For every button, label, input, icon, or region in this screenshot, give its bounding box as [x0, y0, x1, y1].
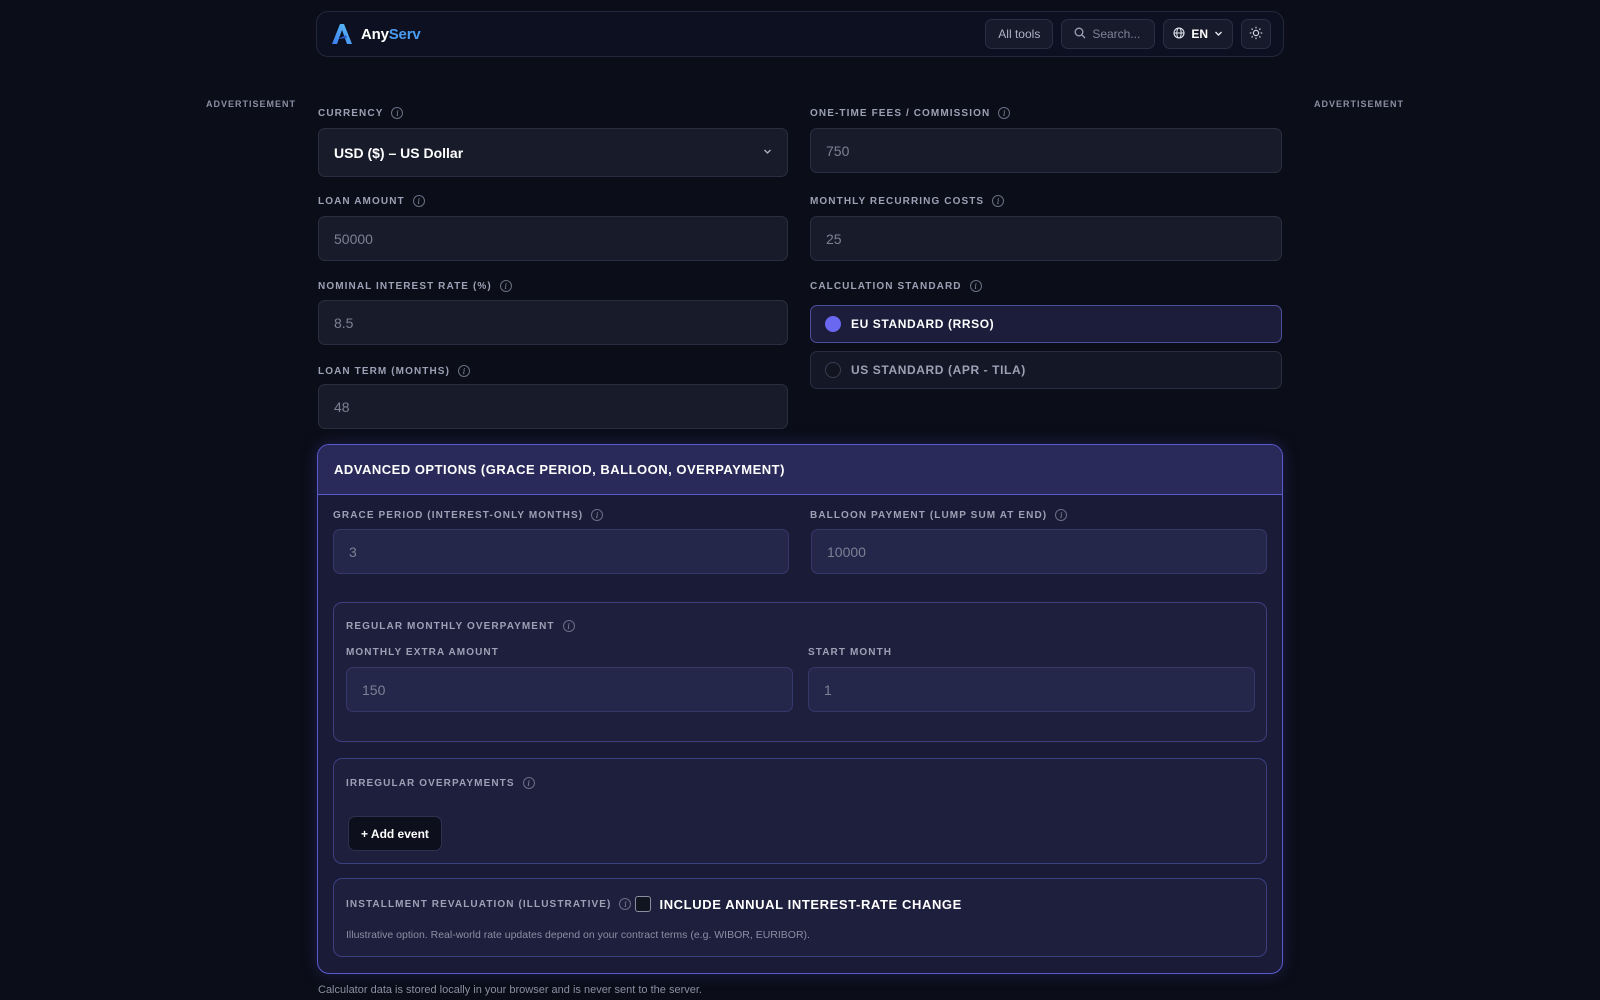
start-month-label: START MONTH — [808, 647, 893, 658]
loan-amount-label: LOAN AMOUNT i — [318, 195, 425, 207]
monthly-extra-label: MONTHLY EXTRA AMOUNT — [346, 647, 499, 658]
language-label: EN — [1191, 27, 1208, 41]
advanced-options-title: ADVANCED OPTIONS (GRACE PERIOD, BALLOON,… — [334, 462, 785, 477]
info-icon[interactable]: i — [591, 509, 604, 521]
grace-period-label: GRACE PERIOD (INTEREST-ONLY MONTHS) i — [333, 509, 604, 521]
all-tools-button[interactable]: All tools — [985, 19, 1054, 49]
chevron-down-icon — [763, 147, 772, 159]
search-placeholder: Search... — [1092, 27, 1141, 41]
advertisement-left-label: ADVERTISEMENT — [206, 99, 297, 109]
info-icon[interactable]: i — [992, 195, 1005, 207]
top-header: AnyServ All tools Search... EN — [316, 11, 1284, 57]
revaluation-row: INSTALLMENT REVALUATION (ILLUSTRATIVE) i… — [346, 896, 962, 912]
radio-eu-standard-label: EU STANDARD (RRSO) — [851, 317, 995, 331]
brand-logo[interactable]: AnyServ — [329, 21, 421, 47]
start-month-input[interactable]: 1 — [808, 667, 1255, 712]
radio-indicator — [825, 362, 841, 378]
advertisement-right-label: ADVERTISEMENT — [1314, 99, 1405, 109]
loan-amount-input[interactable]: 50000 — [318, 216, 788, 261]
logo-icon — [329, 21, 355, 47]
revaluation-title: INSTALLMENT REVALUATION (ILLUSTRATIVE) — [346, 898, 612, 910]
recurring-costs-label: MONTHLY RECURRING COSTS i — [810, 195, 1005, 207]
info-icon[interactable]: i — [522, 777, 535, 789]
info-icon[interactable]: i — [969, 280, 982, 292]
calculation-standard-label: CALCULATION STANDARD i — [810, 280, 982, 292]
balloon-payment-label-text: BALLOON PAYMENT (LUMP SUM AT END) — [810, 509, 1048, 521]
brand-name: AnyServ — [361, 25, 421, 43]
info-icon[interactable]: i — [391, 107, 404, 119]
interest-change-checkbox-label[interactable]: INCLUDE ANNUAL INTEREST-RATE CHANGE — [659, 897, 961, 912]
irregular-overpayments-title-text: IRREGULAR OVERPAYMENTS — [346, 777, 515, 789]
brand-name-any: Any — [361, 25, 389, 43]
info-icon[interactable]: i — [998, 107, 1011, 119]
radio-us-standard[interactable]: US STANDARD (APR - TILA) — [810, 351, 1282, 389]
globe-icon — [1173, 26, 1185, 42]
interest-rate-input[interactable]: 8.5 — [318, 300, 788, 345]
fees-label: ONE-TIME FEES / COMMISSION i — [810, 107, 1011, 119]
info-icon[interactable]: i — [562, 620, 575, 632]
currency-select[interactable]: USD ($) – US Dollar — [318, 128, 788, 177]
language-selector[interactable]: EN — [1163, 19, 1233, 49]
loan-term-label: LOAN TERM (MONTHS) i — [318, 365, 471, 377]
currency-value: USD ($) – US Dollar — [334, 144, 464, 161]
grace-period-label-text: GRACE PERIOD (INTEREST-ONLY MONTHS) — [333, 509, 584, 521]
irregular-overpayments-section: IRREGULAR OVERPAYMENTS i + Add event — [333, 758, 1267, 864]
search-input[interactable]: Search... — [1061, 19, 1156, 49]
irregular-overpayments-title: IRREGULAR OVERPAYMENTS i — [346, 777, 535, 789]
loan-term-label-text: LOAN TERM (MONTHS) — [318, 365, 451, 377]
balloon-payment-label: BALLOON PAYMENT (LUMP SUM AT END) i — [810, 509, 1068, 521]
info-icon[interactable]: i — [412, 195, 425, 207]
revaluation-section: INSTALLMENT REVALUATION (ILLUSTRATIVE) i… — [333, 878, 1267, 957]
theme-toggle-button[interactable] — [1241, 19, 1271, 49]
advanced-options-toggle[interactable]: ADVANCED OPTIONS (GRACE PERIOD, BALLOON,… — [318, 445, 1282, 495]
radio-eu-standard[interactable]: EU STANDARD (RRSO) — [810, 305, 1282, 343]
monthly-extra-input[interactable]: 150 — [346, 667, 793, 712]
grace-period-input[interactable]: 3 — [333, 529, 789, 574]
search-icon — [1074, 27, 1086, 42]
interest-change-checkbox[interactable] — [635, 896, 652, 912]
recurring-costs-input[interactable]: 25 — [810, 216, 1282, 261]
add-event-button[interactable]: + Add event — [348, 816, 442, 851]
loan-term-input[interactable]: 48 — [318, 384, 788, 429]
info-icon[interactable]: i — [1055, 509, 1068, 521]
currency-label-text: CURRENCY — [318, 107, 384, 119]
interest-rate-label: NOMINAL INTEREST RATE (%) i — [318, 280, 512, 292]
calculation-standard-label-text: CALCULATION STANDARD — [810, 280, 962, 292]
info-icon[interactable]: i — [458, 365, 471, 377]
regular-overpayment-section: REGULAR MONTHLY OVERPAYMENT i MONTHLY EX… — [333, 602, 1267, 742]
radio-indicator — [825, 316, 841, 332]
recurring-costs-label-text: MONTHLY RECURRING COSTS — [810, 195, 985, 207]
brand-name-serv: Serv — [388, 25, 421, 43]
currency-label: CURRENCY i — [318, 107, 404, 119]
privacy-note: Calculator data is stored locally in you… — [318, 984, 702, 996]
fees-input[interactable]: 750 — [810, 128, 1282, 173]
balloon-payment-input[interactable]: 10000 — [811, 529, 1267, 574]
chevron-down-icon — [1214, 27, 1223, 41]
interest-rate-label-text: NOMINAL INTEREST RATE (%) — [318, 280, 492, 292]
info-icon[interactable]: i — [619, 898, 632, 910]
regular-overpayment-title-text: REGULAR MONTHLY OVERPAYMENT — [346, 620, 555, 632]
loan-amount-label-text: LOAN AMOUNT — [318, 195, 405, 207]
advanced-options-panel: ADVANCED OPTIONS (GRACE PERIOD, BALLOON,… — [317, 444, 1283, 974]
regular-overpayment-title: REGULAR MONTHLY OVERPAYMENT i — [346, 620, 575, 632]
info-icon[interactable]: i — [499, 280, 512, 292]
sun-icon — [1249, 26, 1263, 43]
radio-us-standard-label: US STANDARD (APR - TILA) — [851, 363, 1026, 377]
fees-label-text: ONE-TIME FEES / COMMISSION — [810, 107, 991, 119]
revaluation-note: Illustrative option. Real-world rate upd… — [346, 929, 810, 941]
